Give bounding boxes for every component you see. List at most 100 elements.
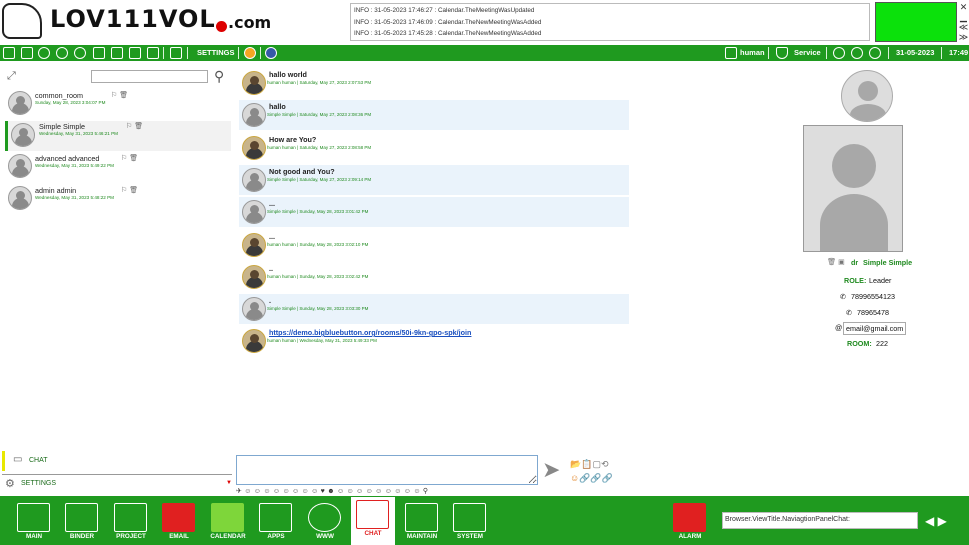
expand-arrows-icon[interactable]: ⤢	[7, 70, 19, 82]
event-log[interactable]: INFO : 31-05-2023 17:46:27 : Calendar.Th…	[350, 3, 870, 41]
room-avatar	[11, 123, 35, 147]
nav-label: EMAIL	[169, 533, 189, 540]
nav-www[interactable]: WWW	[303, 500, 347, 545]
nav-apps[interactable]: APPS	[254, 500, 298, 545]
room-actions[interactable]: ⚐ 🗑	[126, 122, 144, 142]
link-alt-icon[interactable]: 🔗	[602, 473, 613, 483]
room-actions[interactable]: ⚐ 🗑	[121, 154, 139, 174]
edit-icon[interactable]	[111, 47, 123, 59]
message-text: hallo world	[269, 70, 307, 79]
pin-icon[interactable]: ⚐	[126, 123, 132, 130]
link-icon[interactable]: 🔗	[579, 473, 590, 483]
chevron-down-icon[interactable]: ▼	[226, 480, 232, 486]
message-text: ...	[269, 199, 275, 208]
room-item[interactable]: advanced advanced Wednesday, May 31, 202…	[5, 153, 231, 183]
room-item[interactable]: admin admin Wednesday, May 31, 2023 5:48…	[5, 185, 231, 215]
room-actions[interactable]: ⚐ 🗑	[111, 91, 129, 111]
nav-settings-label: SETTINGS	[21, 480, 57, 487]
room-search-input[interactable]	[91, 70, 208, 83]
flag-icon[interactable]	[265, 47, 277, 59]
smiley-icon[interactable]: ☺	[570, 473, 579, 483]
logo-mark	[2, 3, 42, 39]
email-field[interactable]: email@gmail.com	[843, 322, 907, 335]
trash-icon[interactable]: 🗑	[134, 123, 143, 130]
nav-email[interactable]: EMAIL	[157, 500, 201, 545]
message-meta: Simple Simple | Sunday, May 28, 2023 3:0…	[267, 209, 369, 214]
arrow-left-icon[interactable]: ◀	[925, 514, 934, 528]
nav-project[interactable]: PROJECT	[109, 500, 153, 545]
unlink-icon[interactable]: 🔗	[590, 473, 601, 483]
window-controls[interactable]: ✕ ▁ ≪ ≫	[958, 2, 969, 44]
tools-icon[interactable]	[93, 47, 105, 59]
clipboard-icon[interactable]: 📋	[581, 459, 592, 469]
copyright-icon[interactable]	[851, 47, 863, 59]
phone-icon: ✆	[840, 292, 847, 301]
trash-icon[interactable]: 🗑	[129, 187, 138, 194]
minimize-icon[interactable]: ▁	[958, 12, 969, 22]
nav-settings[interactable]: ⚙ SETTINGS ▼	[2, 474, 232, 492]
message-link[interactable]: https://demo.bigbluebutton.org/rooms/50i…	[269, 328, 471, 337]
settings-menu[interactable]: SETTINGS	[197, 48, 235, 57]
help-icon[interactable]	[869, 47, 881, 59]
expand-icon[interactable]: ≫	[958, 32, 969, 42]
history-icon[interactable]: ⟲	[601, 459, 609, 469]
message: .. human human | Sunday, May 28, 2023 3:0…	[239, 262, 629, 292]
trash-icon[interactable]: 🗑	[119, 92, 128, 99]
pin-icon[interactable]: ⚐	[121, 187, 127, 194]
room-item[interactable]: common_room Sunday, May 28, 2023 3:04:07…	[5, 90, 231, 120]
user-name[interactable]: human	[740, 48, 765, 57]
grid-icon[interactable]	[3, 47, 15, 59]
close-icon[interactable]: ✕	[958, 2, 969, 12]
top-toolbar: SETTINGS human Service 31-05-2023 17:49	[0, 45, 969, 61]
message-input[interactable]	[236, 455, 538, 485]
pin-icon[interactable]: ⚐	[121, 155, 127, 162]
apps-icon	[259, 503, 292, 532]
power-icon[interactable]	[38, 47, 50, 59]
send-button[interactable]: ➤	[542, 458, 566, 482]
nav-main[interactable]: MAIN	[12, 500, 56, 545]
user-edit-icon[interactable]	[725, 47, 737, 59]
badge-icon[interactable]	[244, 47, 256, 59]
room-actions[interactable]: ⚐ 🗑	[121, 186, 139, 206]
chart-icon[interactable]	[74, 47, 86, 59]
room-item-selected[interactable]: Simple Simple Wednesday, May 31, 2023 5:…	[5, 121, 231, 151]
list-icon[interactable]	[170, 47, 182, 59]
nav-chat-active[interactable]: CHAT	[351, 497, 395, 545]
message-meta: human human | Wednesday, May 31, 2023 5:…	[267, 338, 377, 343]
nav-binder[interactable]: BINDER	[60, 500, 104, 545]
toolbar-time: 17:49	[949, 48, 969, 57]
nav-calendar[interactable]: CALENDAR	[206, 500, 250, 545]
navigation-panel-field[interactable]: Browser.ViewTitle.NaviagtionPanelChat:	[722, 512, 918, 529]
binder-icon	[65, 503, 98, 532]
pin-icon[interactable]: ⚐	[111, 92, 117, 99]
room-date: Wednesday, May 31, 2023 5:46:21 PM	[39, 131, 118, 136]
alarm-button[interactable]: ALARM	[668, 500, 712, 545]
exit-icon[interactable]	[21, 47, 33, 59]
collapse-icon[interactable]: ≪	[958, 22, 969, 32]
open-folder-icon[interactable]: 📂	[570, 459, 581, 469]
info-icon[interactable]	[833, 47, 845, 59]
nav-system[interactable]: SYSTEM	[448, 500, 492, 545]
profile-actions[interactable]: 🗑 ▣	[827, 257, 845, 266]
log-line: INFO : 31-05-2023 17:45:28 : Calendar.Th…	[354, 30, 542, 37]
phone-primary[interactable]: 78996554123	[851, 292, 895, 301]
logo-dot	[216, 21, 227, 32]
search-icon[interactable]: ⚲	[214, 68, 230, 84]
nav-maintain[interactable]: MAINTAIN	[400, 500, 444, 545]
folder-icon[interactable]	[129, 47, 141, 59]
room-name: common_room	[35, 91, 83, 100]
shield-icon[interactable]	[776, 47, 788, 59]
toolbar-divider	[888, 47, 889, 59]
arrow-right-icon[interactable]: ▶	[938, 514, 947, 528]
phone-secondary[interactable]: 78965478	[857, 308, 889, 317]
monitor-icon[interactable]	[147, 47, 159, 59]
color-box-icon[interactable]: ▢	[592, 459, 601, 469]
message: https://demo.bigbluebutton.org/rooms/50i…	[239, 326, 629, 356]
trash-icon[interactable]: 🗑	[827, 257, 836, 266]
refresh-icon[interactable]	[56, 47, 68, 59]
trash-icon[interactable]: 🗑	[129, 155, 138, 162]
nav-chat[interactable]: ▭ CHAT	[2, 451, 232, 471]
settings-icon[interactable]: ▣	[838, 257, 845, 266]
emoji-bar[interactable]: ✈☺☺☺☺☺☺☺☺♥☻☺☺☺☺☺☺☺☺☺⚲	[236, 487, 486, 496]
service-menu[interactable]: Service	[794, 48, 821, 57]
